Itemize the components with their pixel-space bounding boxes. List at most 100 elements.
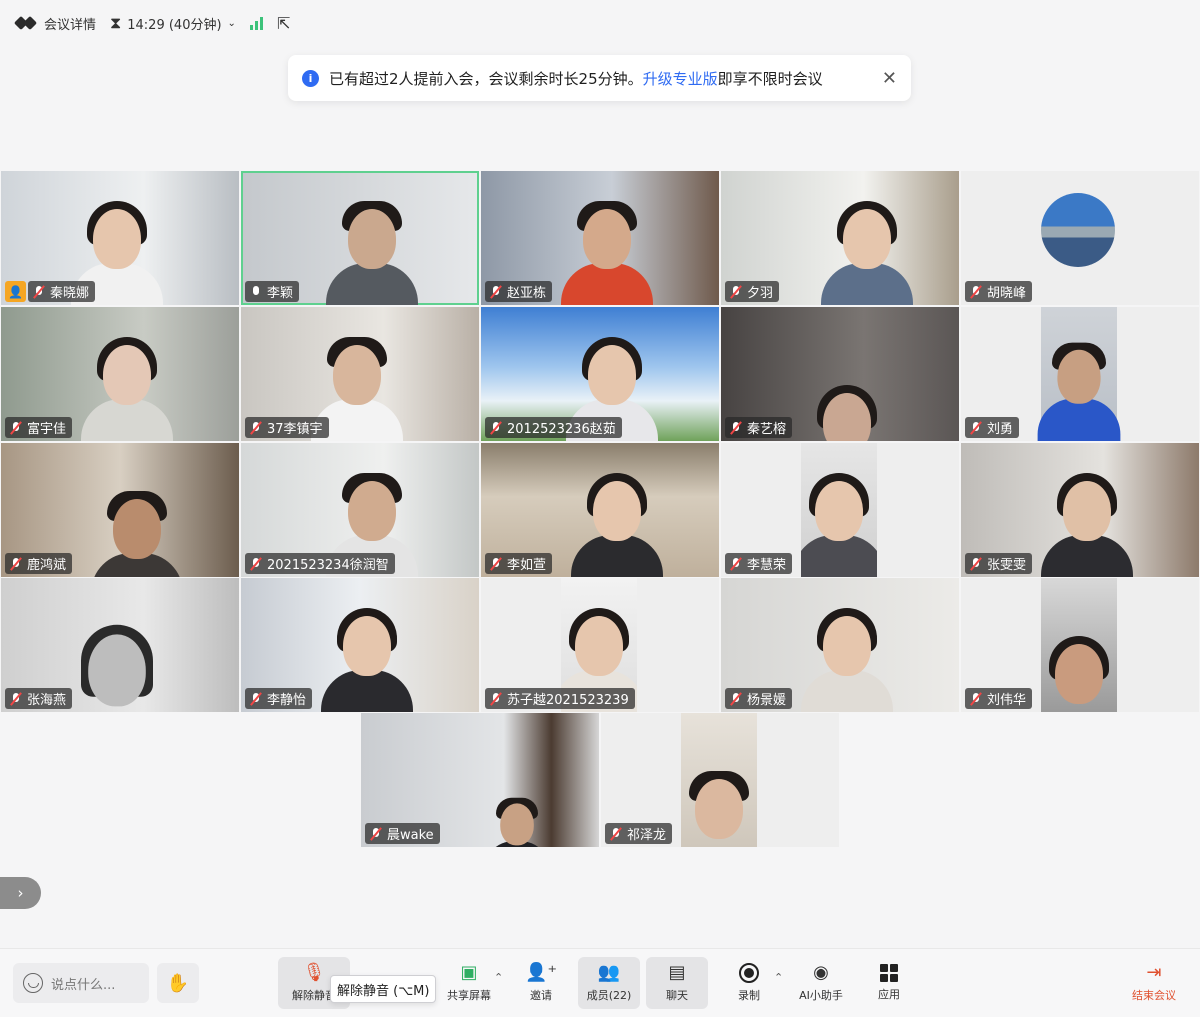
share-screen-label: 共享屏幕	[447, 989, 491, 1002]
quick-chat-input[interactable]: 说点什么...	[13, 963, 149, 1003]
end-meeting-label: 结束会议	[1132, 989, 1176, 1002]
participant-name-tag: 李静怡	[245, 688, 313, 709]
mic-muted-icon	[9, 421, 23, 435]
participant-name-tag: 赵亚栋	[485, 281, 553, 302]
video-tile[interactable]: 2012523236赵茹	[481, 307, 719, 441]
mic-muted-icon	[32, 285, 46, 299]
members-icon: 👥	[597, 962, 621, 983]
video-tile[interactable]: 李静怡	[241, 578, 479, 712]
raise-hand-button[interactable]: ✋	[157, 963, 199, 1003]
notice-text-after: 即享不限时会议	[717, 69, 823, 88]
participant-name-tag: 2012523236赵茹	[485, 417, 622, 438]
external-link-icon[interactable]: ⇱	[277, 14, 290, 33]
mic-muted-icon	[729, 692, 743, 706]
record-button[interactable]: 录制	[728, 957, 770, 1009]
host-badge-icon: 👤	[5, 281, 26, 302]
video-tile[interactable]: 刘伟华	[961, 578, 1199, 712]
mic-muted-icon	[249, 557, 263, 571]
exit-icon: ⇥	[1146, 962, 1162, 983]
close-icon[interactable]: ✕	[882, 68, 897, 89]
mic-muted-icon	[969, 692, 983, 706]
meeting-timer[interactable]: ⧗ 14:29 (40分钟) ⌄	[110, 13, 236, 33]
apps-button[interactable]: 应用	[868, 957, 910, 1009]
video-tile-active-speaker[interactable]: 李颖	[241, 171, 479, 305]
video-tile[interactable]: 杨景媛	[721, 578, 959, 712]
participant-name-tag: 秦艺榕	[725, 417, 793, 438]
participant-name-tag: 鹿鸿斌	[5, 553, 73, 574]
record-label: 录制	[738, 989, 760, 1002]
mic-muted-icon	[489, 421, 503, 435]
chat-button[interactable]: ▤ 聊天	[646, 957, 708, 1009]
add-user-icon: 👤⁺	[525, 962, 557, 983]
video-tile[interactable]: 秦艺榕	[721, 307, 959, 441]
participant-name-tag: 李颖	[245, 281, 300, 302]
chevron-right-icon: ›	[17, 884, 24, 902]
avatar	[1041, 193, 1115, 267]
chat-label: 聊天	[666, 989, 688, 1002]
participant-name-tag: 张海燕	[5, 688, 73, 709]
unmute-tooltip: 解除静音 (⌥M)	[330, 975, 437, 1003]
mic-muted-icon	[969, 285, 983, 299]
video-tile[interactable]: 赵亚栋	[481, 171, 719, 305]
participant-name-tag: 李慧荣	[725, 553, 793, 574]
participant-name-tag: 李如萱	[485, 553, 553, 574]
members-button[interactable]: 👥 成员(22)	[578, 957, 640, 1009]
upgrade-link[interactable]: 升级专业版	[643, 68, 718, 89]
app-logo-icon	[13, 15, 38, 31]
participant-name-tag: 祁泽龙	[605, 823, 673, 844]
hourglass-icon: ⧗	[110, 13, 122, 32]
video-tile-avatar[interactable]: 胡晓峰	[961, 171, 1199, 305]
participant-name-tag: 胡晓峰	[965, 281, 1033, 302]
mic-muted-icon	[249, 692, 263, 706]
mic-muted-icon	[489, 557, 503, 571]
chat-placeholder: 说点什么...	[51, 977, 116, 993]
members-label: 成员(22)	[586, 989, 632, 1002]
chat-icon: ▤	[668, 962, 686, 983]
video-tile[interactable]: 👤 秦晓娜	[1, 171, 239, 305]
mic-muted-icon	[969, 421, 983, 435]
video-tile[interactable]: 富宇佳	[1, 307, 239, 441]
apps-grid-icon	[880, 964, 898, 982]
mic-muted-icon	[249, 421, 263, 435]
apps-label: 应用	[878, 988, 900, 1001]
participant-name-tag: 2021523234徐润智	[245, 553, 395, 574]
mic-muted-icon	[489, 285, 503, 299]
share-screen-button[interactable]: ▣ 共享屏幕	[440, 957, 498, 1009]
video-tile[interactable]: 37李镇宇	[241, 307, 479, 441]
end-meeting-button[interactable]: ⇥ 结束会议	[1126, 957, 1182, 1009]
video-tile[interactable]: 张海燕	[1, 578, 239, 712]
video-tile[interactable]: 祁泽龙	[601, 713, 839, 847]
video-tile[interactable]: 2021523234徐润智	[241, 443, 479, 577]
mic-muted-icon	[489, 692, 503, 706]
participant-name-tag: 夕羽	[725, 281, 780, 302]
video-tile[interactable]: 苏子越2021523239	[481, 578, 719, 712]
meeting-details-button[interactable]: 会议详情	[13, 14, 97, 33]
mic-muted-icon	[729, 285, 743, 299]
video-tile[interactable]: 张雯雯	[961, 443, 1199, 577]
video-tile[interactable]: 李慧荣	[721, 443, 959, 577]
video-tile[interactable]: 晨wake	[361, 713, 599, 847]
meeting-time-label: 14:29 (40分钟)	[127, 17, 222, 33]
notice-text: 已有超过2人提前入会，会议剩余时长25分钟。	[329, 69, 643, 88]
mic-muted-icon	[9, 692, 23, 706]
participant-name-tag: 37李镇宇	[245, 417, 329, 438]
video-tile[interactable]: 刘勇	[961, 307, 1199, 441]
video-tile[interactable]: 李如萱	[481, 443, 719, 577]
record-options-chevron-icon[interactable]: ⌃	[774, 971, 783, 984]
mic-muted-icon	[369, 827, 383, 841]
meeting-details-label: 会议详情	[44, 17, 97, 33]
video-tile[interactable]: 夕羽	[721, 171, 959, 305]
expand-sidebar-button[interactable]: ›	[0, 877, 41, 909]
share-screen-icon: ▣	[460, 962, 478, 983]
mic-icon	[249, 285, 263, 299]
network-signal-icon[interactable]	[249, 16, 263, 30]
invite-button[interactable]: 👤⁺ 邀请	[518, 957, 564, 1009]
ai-assistant-button[interactable]: ◉ AI小助手	[796, 957, 846, 1009]
share-options-chevron-icon[interactable]: ⌃	[494, 971, 503, 984]
video-tile[interactable]: 鹿鸿斌	[1, 443, 239, 577]
participant-name-tag: 张雯雯	[965, 553, 1033, 574]
participant-name-tag: 刘伟华	[965, 688, 1033, 709]
mic-muted-icon	[9, 557, 23, 571]
mic-muted-icon	[609, 827, 623, 841]
emoji-icon[interactable]	[23, 973, 43, 993]
